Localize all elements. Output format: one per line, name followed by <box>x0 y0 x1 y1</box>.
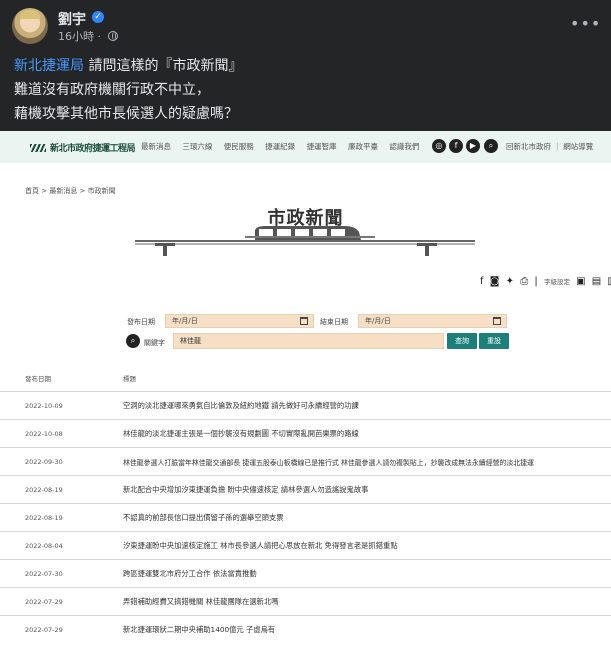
table-row[interactable]: 2022-08-19 不認真的前部長信口提出債留子孫的選舉空頭支票 <box>0 503 611 531</box>
line-share-icon[interactable]: ◙ <box>490 276 500 287</box>
row-date: 2022-07-29 <box>25 598 63 606</box>
keyword-search-icon: ⌕ <box>126 334 140 348</box>
start-date-label: 發布日期 <box>127 318 155 326</box>
site-logo[interactable]: 新北市政府捷運工程局 <box>30 141 136 154</box>
print-icon[interactable]: ⎙ <box>520 276 528 287</box>
globe-icon <box>107 31 118 41</box>
facebook-share-icon[interactable]: f <box>480 276 484 287</box>
verified-badge-icon: ✓ <box>92 11 104 23</box>
font-size-icon[interactable]: ▣ <box>576 276 585 287</box>
embedded-screenshot[interactable]: 新北市政府捷運工程局 最新消息 三環六線 便民服務 捷運紀錄 捷運智庫 廉政平臺… <box>0 131 611 647</box>
search-button[interactable]: 查詢 <box>447 333 477 349</box>
table-row[interactable]: 2022-07-29 弄錯補助經費又搞錯機關 林佳龍團隊在選新北嗎 <box>0 587 611 615</box>
nav-item[interactable]: 捷運紀錄 <box>265 142 295 151</box>
nav-right-links[interactable]: 回新北市政府 ｜ 網站導覽 <box>506 141 593 152</box>
post-header: 劉宇 ✓ 16小時 · ••• <box>0 0 611 48</box>
nav-item[interactable]: 廉政平臺 <box>348 142 378 151</box>
table-row[interactable]: 2022-08-04 汐東捷運盼中央加速核定施工 林市長參選人請把心思放在新北 … <box>0 531 611 559</box>
row-date: 2022-07-29 <box>25 626 63 634</box>
row-date: 2022-08-19 <box>25 486 63 494</box>
end-date-input[interactable]: 年/月/日 <box>358 314 507 328</box>
nav-item[interactable]: 三環六線 <box>182 142 212 151</box>
avatar[interactable] <box>12 8 48 44</box>
share-bar: f ◙ ✦ ⎙ | 字級設定 ▣ ▤ ▥ <box>480 276 611 287</box>
post-line-3: 藉機攻擊其他市長候選人的疑慮嗎？ <box>14 106 238 122</box>
mention-link[interactable]: 新北捷運局 <box>14 58 84 74</box>
instagram-icon[interactable]: ◎ <box>432 139 446 153</box>
post-line-1-text: 請問這樣的『市政新聞』 <box>84 58 243 74</box>
row-title-link[interactable]: 新北配合中央增加汐東捷運負擔 盼中央儘速核定 請林參選人勿造謠說鬼故事 <box>123 485 368 495</box>
row-title-link[interactable]: 空洞的淡北捷運哪來勇氣自比倫敦及紐約地鐵 請先做好可永續經營的功課 <box>123 401 359 411</box>
post-timestamp[interactable]: 16小時 · <box>58 28 118 44</box>
facebook-icon[interactable]: f <box>449 139 463 153</box>
keyword-input[interactable]: 林佳龍 <box>173 333 444 349</box>
row-title-link[interactable]: 弄錯補助經費又搞錯機關 林佳龍團隊在選新北嗎 <box>123 597 279 607</box>
poster-name[interactable]: 劉宇 <box>58 9 86 29</box>
end-date-placeholder: 年/月/日 <box>365 317 391 325</box>
row-date: 2022-10-08 <box>25 430 63 438</box>
row-title-link[interactable]: 不認真的前部長信口提出債留子孫的選舉空頭支票 <box>123 513 284 523</box>
nav-item[interactable]: 最新消息 <box>141 142 171 151</box>
reset-button[interactable]: 重設 <box>479 333 509 349</box>
post-text: 新北捷運局 請問這樣的『市政新聞』 難道沒有政府機關行政不中立， 藉機攻擊其他市… <box>14 54 242 126</box>
logo-mark-icon <box>30 144 46 152</box>
start-date-input[interactable]: 年/月/日 <box>165 314 314 328</box>
keyword-label: 關鍵字 <box>144 339 165 347</box>
site-nav: 新北市政府捷運工程局 最新消息 三環六線 便民服務 捷運紀錄 捷運智庫 廉政平臺… <box>0 131 611 163</box>
share-divider: | <box>534 276 538 287</box>
youtube-icon[interactable]: ▶ <box>466 139 480 153</box>
row-date: 2022-08-04 <box>25 542 63 550</box>
breadcrumb[interactable]: 首頁 > 最新消息 > 市政新聞 <box>25 186 116 196</box>
more-options-icon[interactable]: ••• <box>570 14 601 33</box>
site-logo-text: 新北市政府捷運工程局 <box>50 144 136 154</box>
post-time[interactable]: 16小時 <box>58 30 94 43</box>
twitter-share-icon[interactable]: ✦ <box>506 276 514 287</box>
nav-item[interactable]: 認識我們 <box>389 142 419 151</box>
end-date-label: 結束日期 <box>320 318 348 326</box>
nav-menu: 最新消息 三環六線 便民服務 捷運紀錄 捷運智庫 廉政平臺 認識我們 <box>141 141 428 152</box>
post-line-2: 難道沒有政府機關行政不中立， <box>14 82 210 98</box>
table-row[interactable]: 2022-10-09 空洞的淡北捷運哪來勇氣自比倫敦及紐約地鐵 請先做好可永續經… <box>0 391 611 419</box>
row-date: 2022-09-30 <box>25 458 63 466</box>
row-date: 2022-08-19 <box>25 514 63 522</box>
calendar-icon[interactable] <box>300 317 308 325</box>
table-row[interactable]: 2022-07-30 跨區捷運雙北市府分工合作 依法當責推動 <box>0 559 611 587</box>
table-row[interactable]: 2022-09-30 林佳龍參選人打臉當年林佳龍交通部長 捷運五股泰山板橋線已是… <box>0 447 611 475</box>
nav-item[interactable]: 便民服務 <box>224 142 254 151</box>
row-title-link[interactable]: 汐東捷運盼中央加速核定施工 林市長參選人請把心思放在新北 免得發言老是抓錯重點 <box>123 541 398 551</box>
search-icon[interactable]: ⌕ <box>484 139 498 153</box>
start-date-placeholder: 年/月/日 <box>172 317 198 325</box>
title-column-header: 標題 <box>123 375 136 383</box>
row-title-link[interactable]: 新北捷運環狀二期中央補助1400億元 子虛烏有 <box>123 625 275 635</box>
calendar-icon[interactable] <box>493 317 501 325</box>
doc-icon[interactable]: ▥ <box>607 276 611 287</box>
row-date: 2022-10-09 <box>25 402 63 410</box>
pdf-icon[interactable]: ▤ <box>592 276 601 287</box>
row-title-link[interactable]: 林佳龍的淡北捷運主張是一個抄襲沒有規劃圖 不切實際亂開芭樂票的路線 <box>123 429 359 439</box>
row-title-link[interactable]: 林佳龍參選人打臉當年林佳龍交通部長 捷運五股泰山板橋線已是推行式 林佳龍參選人請… <box>123 457 534 467</box>
nav-item[interactable]: 捷運智庫 <box>307 142 337 151</box>
font-setting-label: 字級設定 <box>543 278 570 286</box>
row-title-link[interactable]: 跨區捷運雙北市府分工合作 依法當責推動 <box>123 569 257 579</box>
date-column-header: 發布日期 <box>25 375 51 383</box>
post-line-1: 新北捷運局 請問這樣的『市政新聞』 <box>14 54 242 78</box>
table-row[interactable]: 2022-08-19 新北配合中央增加汐東捷運負擔 盼中央儘速核定 請林參選人勿… <box>0 475 611 503</box>
table-row[interactable]: 2022-07-29 新北捷運環狀二期中央補助1400億元 子虛烏有 <box>0 615 611 643</box>
table-header: 發布日期 標題 <box>0 367 611 387</box>
table-row[interactable]: 2022-10-08 林佳龍的淡北捷運主張是一個抄襲沒有規劃圖 不切實際亂開芭樂… <box>0 419 611 447</box>
row-date: 2022-07-30 <box>25 570 63 578</box>
train-illustration-icon <box>135 226 475 256</box>
